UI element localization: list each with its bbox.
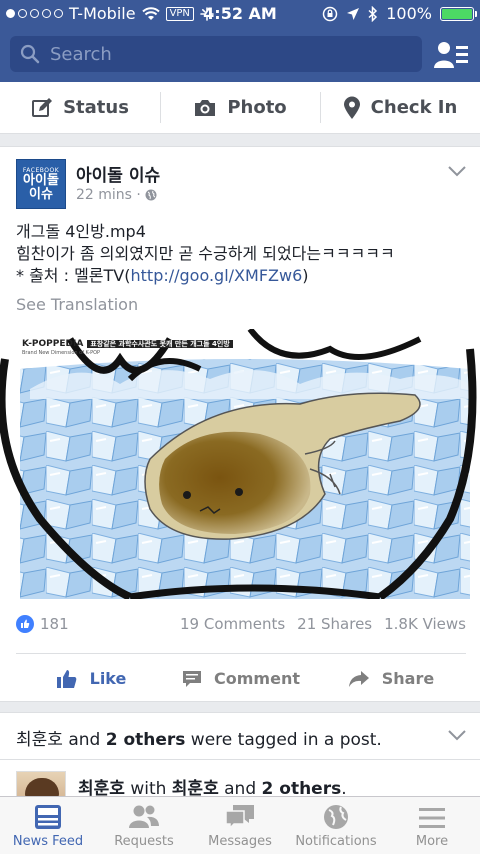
post-line-3: * 출처 : 멜론TV(http://goo.gl/XMFZw6) [16, 265, 466, 287]
source-link[interactable]: http://goo.gl/XMFZw6 [131, 266, 303, 285]
like-count-number: 181 [40, 615, 69, 633]
tab-requests[interactable]: Requests [96, 797, 192, 854]
friends-list-icon [434, 42, 468, 68]
post-text: 개그돌 4인방.mp4 힘찬이가 좀 의외였지만 곧 수긍하게 되었다는ㅋㅋㅋㅋ… [16, 221, 466, 287]
check-in-label: Check In [370, 97, 458, 118]
rotation-lock-icon [323, 6, 338, 21]
search-input[interactable] [50, 43, 410, 65]
status-bar: T-Mobile VPN 4:52 AM 100% [0, 0, 480, 28]
story-divider [0, 759, 480, 760]
battery-percent: 100% [386, 4, 432, 23]
news-feed-icon [35, 805, 61, 829]
messages-icon [225, 805, 254, 830]
source-suffix: ) [302, 266, 309, 285]
facebook-app: T-Mobile VPN 4:52 AM 100% Search Status … [0, 0, 480, 854]
top-bar: T-Mobile VPN 4:52 AM 100% Search [0, 0, 480, 82]
like-label: Like [89, 669, 127, 688]
see-translation-link[interactable]: See Translation [16, 295, 138, 314]
video-subtitle: Brand New Dimension of K-POP [22, 350, 101, 356]
requests-icon [129, 805, 159, 828]
thumbs-up-icon [56, 669, 76, 688]
feed-post: FACEBOOK 아이돌 이슈 아이돌 이슈 22 mins · 개그돌 4인방… [0, 146, 480, 702]
comments-count[interactable]: 19 Comments [180, 615, 285, 633]
chevron-down-icon[interactable] [448, 165, 466, 177]
tab-more-label: More [415, 834, 449, 849]
status-button[interactable]: Status [0, 82, 160, 133]
post-time[interactable]: 22 mins · [76, 187, 141, 203]
avatar-line-2: 아이돌 [23, 172, 59, 188]
tab-news-feed-label: News Feed [12, 834, 84, 849]
shares-count[interactable]: 21 Shares [297, 615, 372, 633]
post-line-2: 힘찬이가 좀 의외였지만 곧 수긍하게 되었다는ㅋㅋㅋㅋㅋ [16, 244, 395, 263]
tag-and: and [62, 730, 106, 750]
engagement-counts: 181 19 Comments 21 Shares 1.8K Views [16, 615, 466, 635]
tab-messages[interactable]: Messages [192, 797, 288, 854]
tag-story-header: 최훈호 and 2 others were tagged in a post. [16, 725, 382, 750]
location-arrow-icon [347, 7, 360, 20]
search-bar[interactable] [10, 36, 422, 72]
bluetooth-icon [368, 5, 378, 22]
globe-icon [324, 805, 348, 829]
hamburger-icon [419, 808, 445, 828]
tab-news-feed[interactable]: News Feed [0, 797, 96, 854]
post-actions: Like Comment Share [16, 653, 466, 703]
tagged-others-link[interactable]: 2 others [106, 730, 186, 750]
battery-icon [440, 6, 477, 21]
post-video-thumbnail[interactable]: K-POPPEDIA 표창같은 과학수사관도 못캐 만든 개그돌 4인방 Bran… [0, 329, 480, 599]
location-pin-icon [343, 96, 360, 119]
status-right: 100% [322, 4, 477, 23]
search-icon [10, 44, 50, 64]
share-button[interactable]: Share [316, 654, 466, 703]
tab-notifications[interactable]: Notifications [288, 797, 384, 854]
check-in-button[interactable]: Check In [320, 82, 480, 133]
edit-icon [32, 97, 53, 117]
post-meta: 22 mins · [76, 187, 157, 203]
camera-icon [195, 99, 216, 116]
like-button[interactable]: Like [16, 654, 166, 703]
tab-notifications-label: Notifications [295, 834, 377, 849]
video-caption: 표창같은 과학수사관도 못캐 만든 개그돌 4인방 [87, 340, 233, 348]
photo-label: Photo [227, 97, 287, 118]
post-line-1: 개그돌 4인방.mp4 [16, 222, 146, 241]
comment-button[interactable]: Comment [166, 654, 316, 703]
globe-privacy-icon [145, 189, 157, 201]
page-name-link[interactable]: 아이돌 이슈 [76, 161, 160, 186]
like-count[interactable]: 181 [16, 615, 69, 633]
video-frame-illustration [0, 329, 480, 599]
tab-more[interactable]: More [384, 797, 480, 854]
share-label: Share [381, 669, 435, 688]
tab-messages-label: Messages [208, 834, 272, 849]
views-count[interactable]: 1.8K Views [384, 615, 466, 633]
page-avatar[interactable]: FACEBOOK 아이돌 이슈 [16, 159, 66, 209]
post-stats: 19 Comments 21 Shares 1.8K Views [180, 615, 466, 633]
brand-name: K-POPPEDIA [22, 339, 84, 349]
status-label: Status [63, 97, 129, 118]
tag-end-text: were tagged in a post. [185, 730, 382, 750]
source-prefix: * 출처 : 멜론TV( [16, 266, 131, 285]
tab-requests-label: Requests [114, 834, 174, 849]
tagged-user-link[interactable]: 최훈호 [16, 730, 63, 750]
thumbs-up-badge-icon [16, 615, 34, 633]
comment-label: Comment [214, 669, 300, 688]
friends-list-button[interactable] [434, 40, 470, 70]
comment-bubble-icon [183, 670, 202, 687]
story-options-chevron-icon[interactable] [448, 729, 466, 741]
video-brand-tag: K-POPPEDIA 표창같은 과학수사관도 못캐 만든 개그돌 4인방 [22, 339, 233, 349]
composer-bar: Status Photo Check In [0, 82, 480, 134]
share-arrow-icon [348, 670, 369, 687]
photo-button[interactable]: Photo [160, 82, 320, 133]
avatar-line-3: 이슈 [29, 186, 53, 202]
bottom-tab-bar: News Feed Requests Messages Notification… [0, 796, 480, 854]
